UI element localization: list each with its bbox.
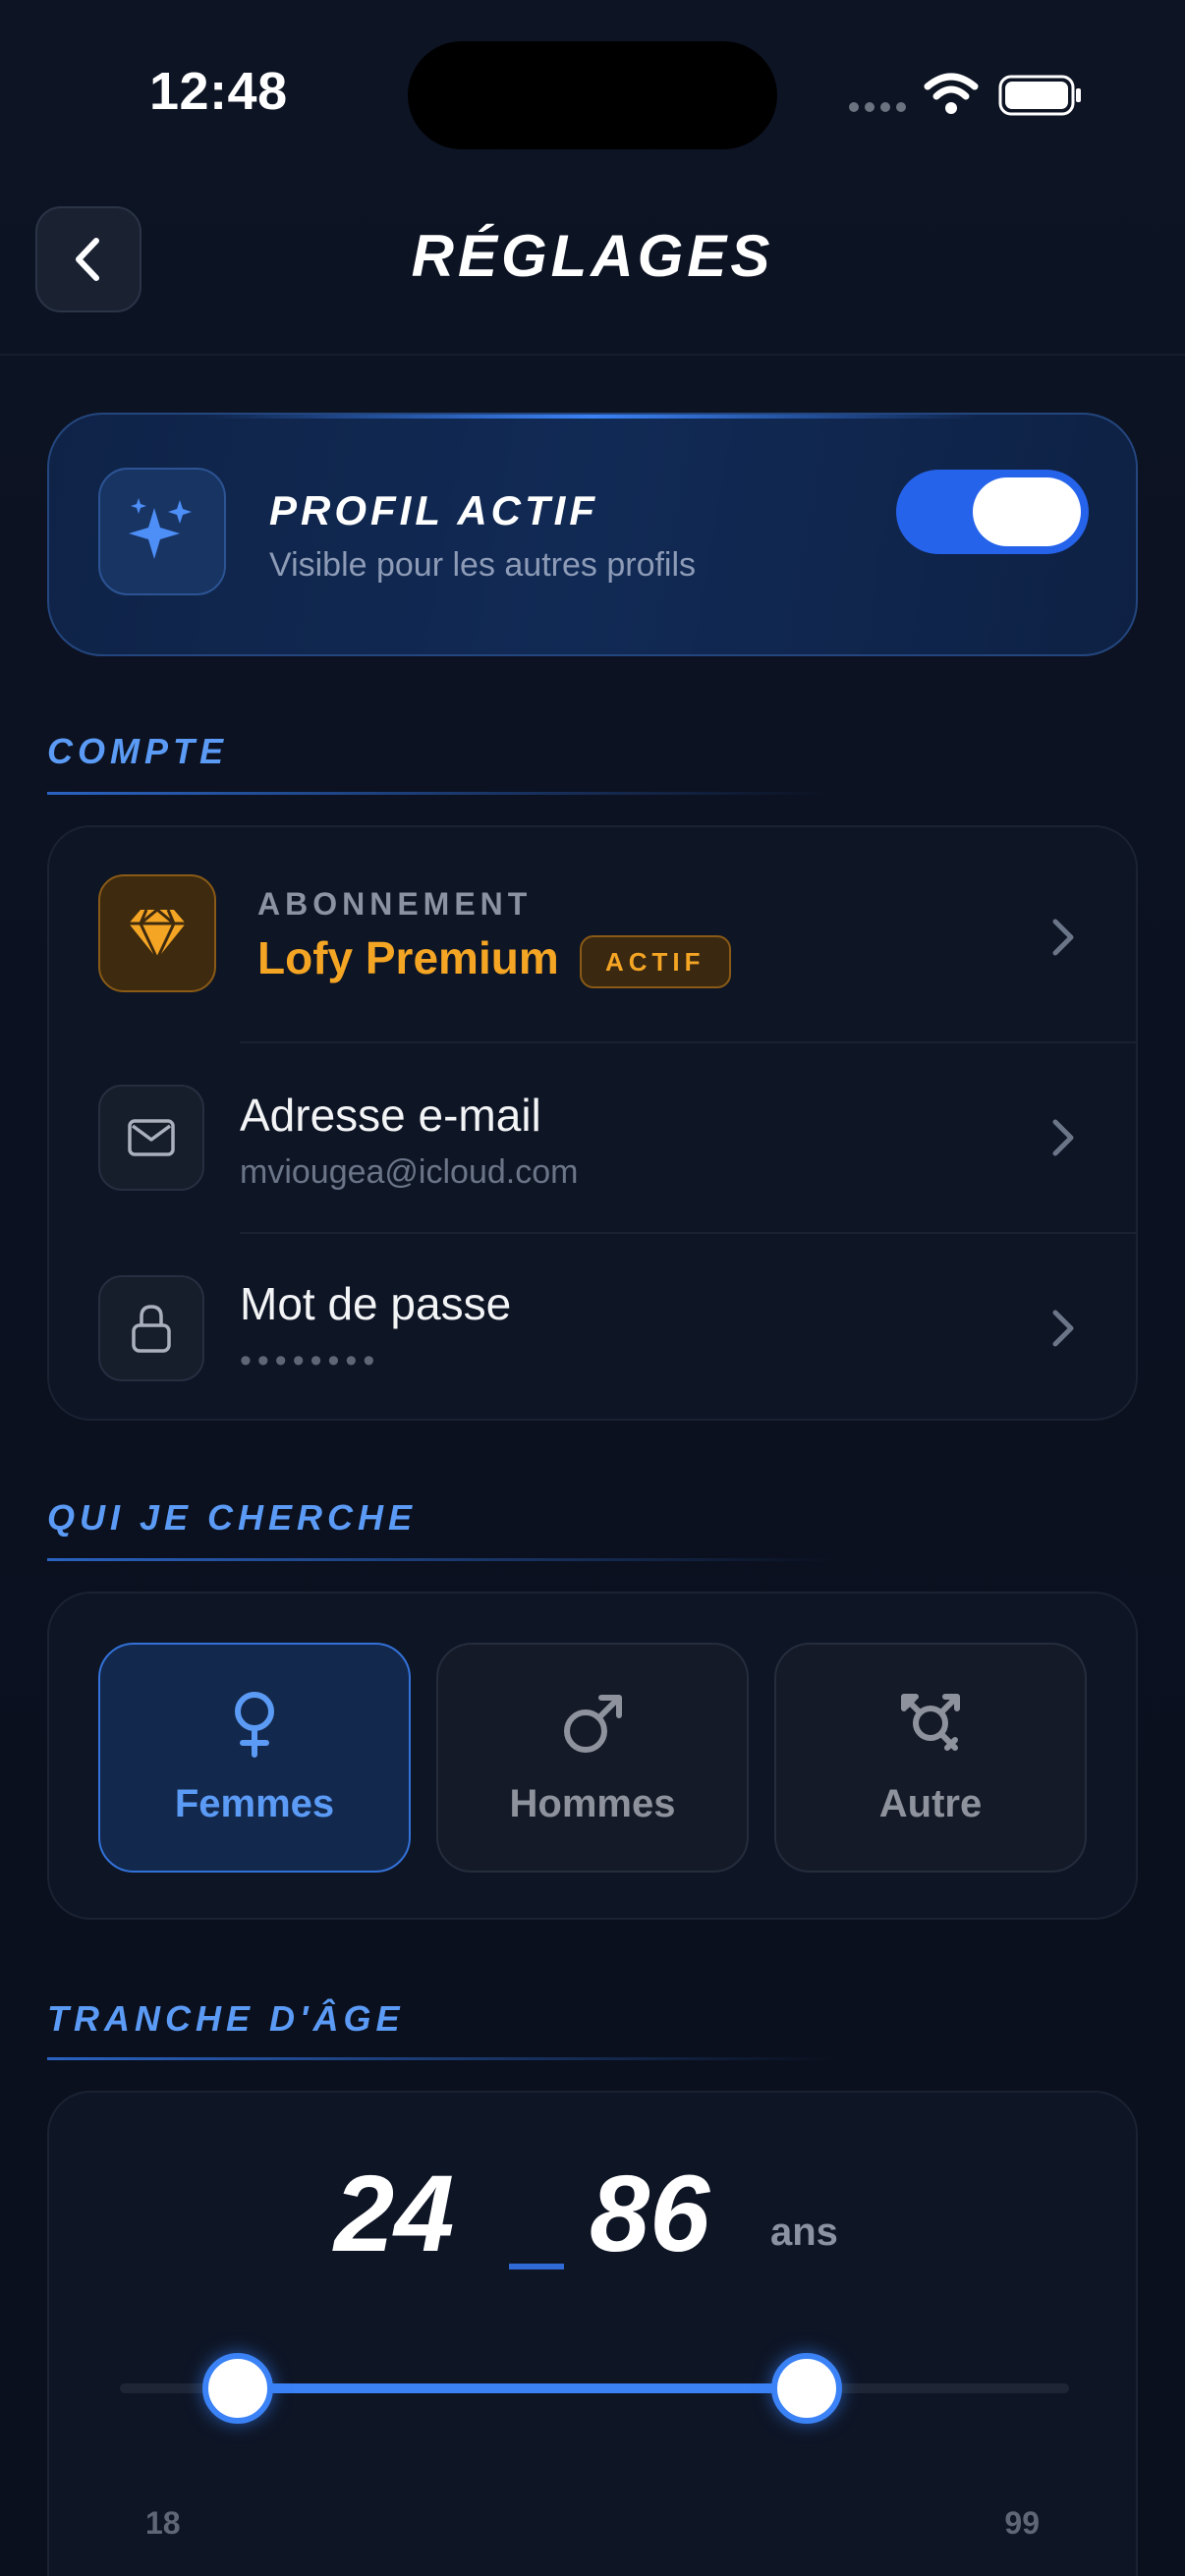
age-range-display: 24 86 ans (49, 2152, 1136, 2274)
option-label: Femmes (174, 1782, 335, 1825)
active-profile-title: PROFIL ACTIF (269, 487, 598, 533)
envelope-icon (98, 1085, 204, 1191)
option-femmes[interactable]: Femmes (98, 1643, 411, 1873)
active-profile-subtitle: Visible pour les autres profils (269, 546, 697, 584)
email-row[interactable]: Adresse e-mail mviougea@icloud.com (49, 1043, 1136, 1232)
password-row[interactable]: Mot de passe •••••••• (49, 1234, 1136, 1419)
section-title-age-range: TRANCHE D'ÂGE (47, 1998, 405, 2039)
cellular-signal-icon (849, 102, 906, 112)
age-unit: ans (770, 2211, 838, 2254)
looking-for-card: Femmes Hommes Autre (47, 1592, 1138, 1920)
age-range-dash (509, 2264, 564, 2269)
section-divider (47, 792, 833, 795)
age-lower-bound: 18 (145, 2505, 181, 2541)
sparkles-icon (98, 468, 226, 595)
age-range-card: 24 86 ans 18 99 (47, 2091, 1138, 2576)
option-hommes[interactable]: Hommes (436, 1643, 749, 1873)
transgender-icon (901, 1694, 960, 1751)
age-slider-max-handle[interactable] (770, 2353, 842, 2424)
email-value: mviougea@icloud.com (240, 1153, 579, 1191)
section-divider (47, 2057, 833, 2060)
male-icon (564, 1695, 622, 1753)
account-card: ABONNEMENT Lofy Premium ACTIF Adresse e-… (47, 825, 1138, 1421)
dynamic-island (408, 41, 777, 149)
age-upper-bound: 99 (1004, 2505, 1040, 2541)
section-title-account: COMPTE (47, 731, 229, 771)
password-value: •••••••• (240, 1342, 381, 1379)
chevron-right-icon (1052, 1310, 1074, 1347)
chevron-right-icon (1052, 1119, 1074, 1156)
lock-icon (98, 1275, 204, 1381)
page-title: RÉGLAGES (411, 223, 774, 289)
toggle-knob (973, 477, 1081, 546)
wifi-icon (924, 73, 979, 114)
password-title: Mot de passe (240, 1278, 512, 1329)
battery-icon (998, 75, 1081, 116)
age-slider-fill (238, 2383, 807, 2393)
subscription-status-badge: ACTIF (580, 935, 731, 988)
active-profile-toggle[interactable] (896, 470, 1089, 554)
section-divider (47, 1558, 833, 1561)
age-max-value: 86 (590, 2154, 710, 2274)
status-time: 12:48 (149, 62, 288, 121)
option-label: Hommes (509, 1782, 676, 1825)
subscription-name: Lofy Premium (257, 932, 559, 983)
option-label: Autre (878, 1782, 983, 1825)
section-title-looking-for: QUI JE CHERCHE (47, 1497, 418, 1538)
settings-screen: 12:48 RÉGLAGES PROFIL ACTIF Visible pour (0, 0, 1185, 2576)
option-autre[interactable]: Autre (774, 1643, 1087, 1873)
female-icon (235, 1692, 274, 1758)
chevron-right-icon (1052, 919, 1074, 956)
subscription-label: ABONNEMENT (257, 886, 533, 922)
email-title: Adresse e-mail (240, 1090, 541, 1141)
diamond-icon (98, 874, 216, 992)
age-slider-min-handle[interactable] (202, 2353, 273, 2424)
header-divider (0, 354, 1185, 356)
subscription-row[interactable]: ABONNEMENT Lofy Premium ACTIF (49, 827, 1136, 1041)
age-min-value: 24 (334, 2154, 455, 2274)
active-profile-card: PROFIL ACTIF Visible pour les autres pro… (47, 413, 1138, 656)
